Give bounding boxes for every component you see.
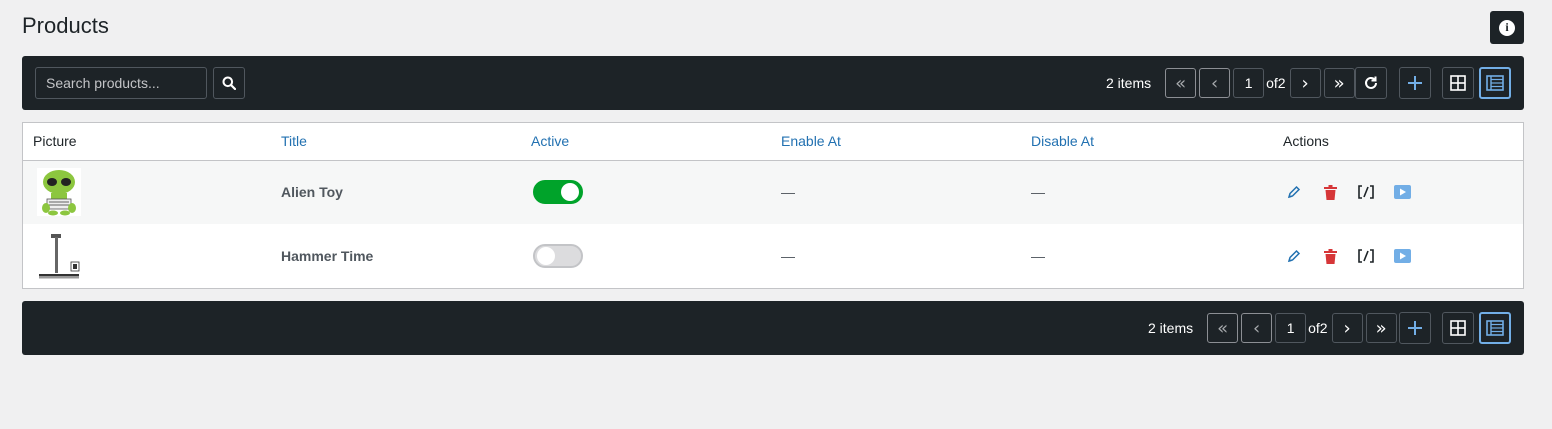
prev-page-button[interactable]: ‹: [1199, 68, 1231, 98]
last-page-button[interactable]: »: [1323, 68, 1355, 98]
first-page-button[interactable]: «: [1207, 313, 1239, 343]
disable-at-value: —: [1031, 184, 1045, 201]
delete-icon[interactable]: [1321, 183, 1339, 201]
bottom-pagination: 2 items « ‹ of2 › »: [1148, 312, 1400, 344]
refresh-button[interactable]: [1355, 67, 1387, 99]
top-toolbar: 2 items « ‹ of2 › »: [22, 56, 1524, 110]
active-toggle[interactable]: [533, 244, 583, 268]
column-active[interactable]: Active: [521, 123, 771, 160]
actions-cell: [1273, 224, 1523, 288]
search-button[interactable]: [213, 67, 245, 99]
product-title: Hammer Time: [281, 248, 374, 264]
active-cell: [521, 224, 771, 288]
prev-page-button[interactable]: ‹: [1241, 313, 1273, 343]
edit-icon[interactable]: [1285, 247, 1303, 265]
active-toggle[interactable]: [533, 180, 583, 205]
actions-cell: [1273, 160, 1523, 224]
page-title: Products: [22, 13, 109, 38]
toggle-knob: [537, 247, 555, 265]
current-page-input[interactable]: [1275, 313, 1307, 343]
shortcode-icon[interactable]: [1357, 183, 1375, 201]
enable-at-value: —: [781, 184, 795, 201]
list-view-button[interactable]: [1479, 67, 1511, 99]
plus-icon: [1408, 76, 1422, 90]
alien-toy-image[interactable]: [37, 168, 81, 217]
items-count: 2 items: [1106, 75, 1152, 91]
disable-at-value: —: [1031, 248, 1045, 264]
total-pages-label: of2: [1308, 320, 1328, 336]
hammer-image[interactable]: [37, 232, 81, 280]
next-page-button[interactable]: ›: [1289, 68, 1321, 98]
last-page-button[interactable]: »: [1365, 313, 1397, 343]
column-enable-at[interactable]: Enable At: [771, 123, 1021, 160]
bottom-toolbar: 2 items « ‹ of2 › »: [22, 301, 1524, 355]
picture-cell: [23, 160, 271, 224]
preview-icon[interactable]: [1393, 247, 1411, 265]
grid-view-button[interactable]: [1442, 67, 1474, 99]
info-button[interactable]: i: [1490, 11, 1524, 44]
active-cell: [521, 160, 771, 224]
edit-icon[interactable]: [1285, 183, 1303, 201]
refresh-icon: [1365, 76, 1377, 89]
list-view-icon: [1486, 320, 1504, 336]
info-icon: i: [1499, 19, 1515, 36]
search-input[interactable]: [35, 67, 207, 99]
column-actions: Actions: [1283, 133, 1329, 150]
toggle-knob: [561, 183, 579, 202]
first-page-button[interactable]: «: [1165, 68, 1197, 98]
enable-at-value: —: [781, 248, 795, 264]
column-picture: Picture: [33, 133, 77, 150]
column-title[interactable]: Title: [271, 123, 521, 160]
add-product-button[interactable]: [1399, 67, 1431, 99]
delete-icon[interactable]: [1321, 247, 1339, 265]
table-row: Alien Toy — —: [23, 160, 1523, 224]
search-icon: [222, 76, 236, 90]
top-pagination: 2 items « ‹ of2 › »: [1106, 67, 1358, 99]
grid-view-icon: [1450, 75, 1466, 91]
next-page-button[interactable]: ›: [1331, 313, 1363, 343]
list-view-icon: [1486, 75, 1504, 91]
table-row: Hammer Time — —: [23, 224, 1523, 288]
list-view-button[interactable]: [1479, 312, 1511, 344]
column-disable-at[interactable]: Disable At: [1021, 123, 1273, 160]
table-header-row: Picture Title Active Enable At Disable A…: [23, 123, 1523, 160]
shortcode-icon[interactable]: [1357, 247, 1375, 265]
grid-view-button[interactable]: [1442, 312, 1474, 344]
current-page-input[interactable]: [1233, 68, 1265, 98]
product-title: Alien Toy: [281, 184, 343, 201]
items-count: 2 items: [1148, 320, 1194, 336]
plus-icon: [1408, 321, 1422, 335]
grid-view-icon: [1450, 320, 1466, 336]
add-product-button[interactable]: [1399, 312, 1431, 344]
picture-cell: [23, 224, 271, 288]
preview-icon[interactable]: [1393, 183, 1411, 201]
products-table: Picture Title Active Enable At Disable A…: [22, 122, 1524, 289]
total-pages-label: of2: [1266, 75, 1286, 91]
